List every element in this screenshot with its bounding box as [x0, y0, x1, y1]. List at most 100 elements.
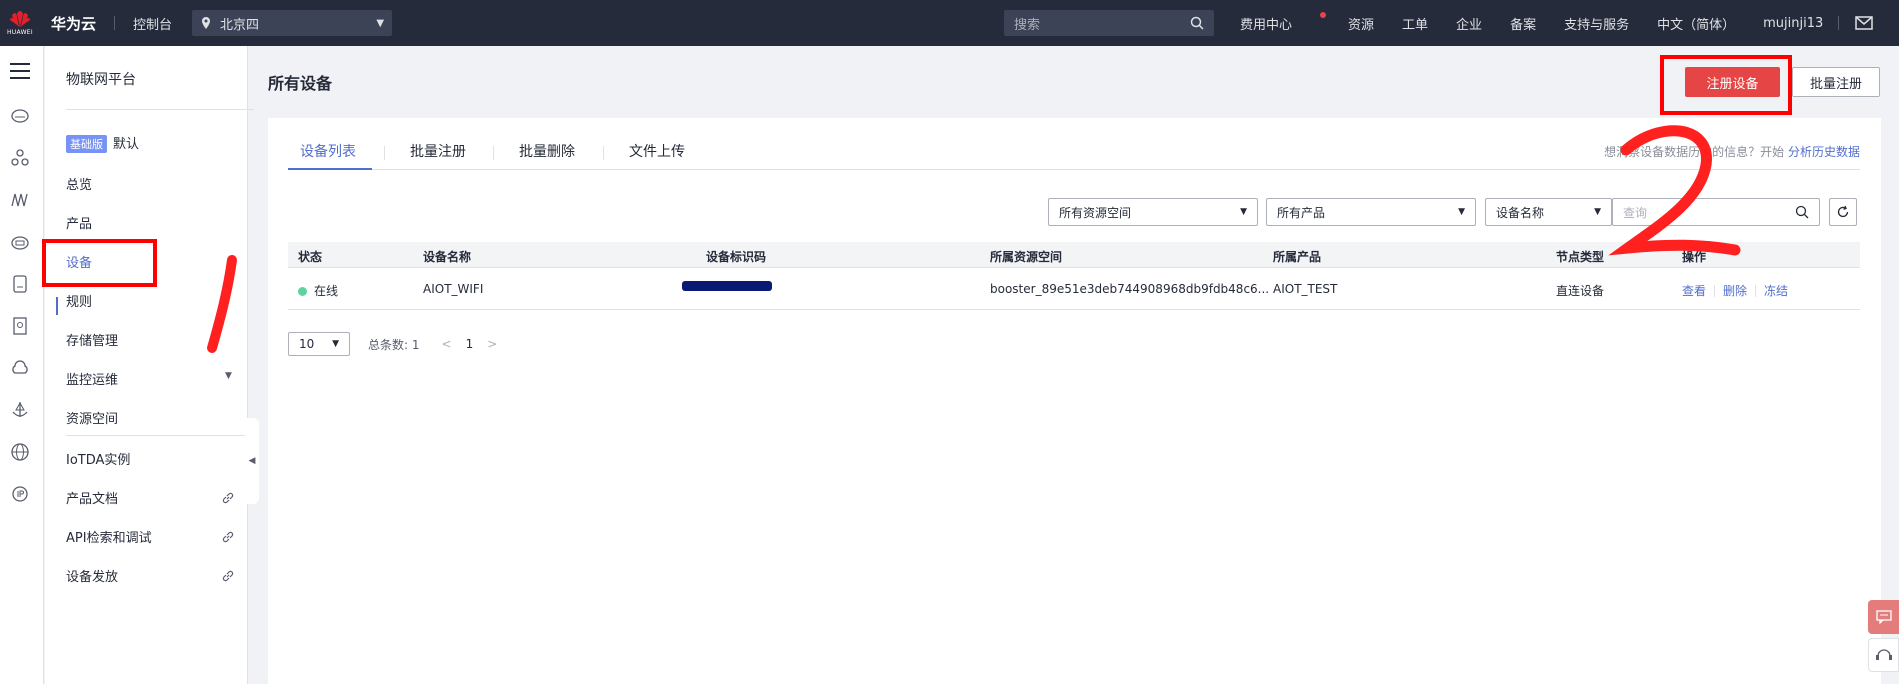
console-link[interactable]: 控制台	[133, 14, 172, 33]
external-link-icon	[222, 492, 234, 504]
feedback-button[interactable]	[1868, 600, 1899, 634]
page-size-value: 10	[299, 337, 315, 351]
batch-register-button[interactable]: 批量注册	[1792, 67, 1880, 97]
region-selector[interactable]: 北京四 ▼	[192, 10, 393, 36]
cloud-database-icon[interactable]	[10, 232, 30, 252]
globe-icon[interactable]	[10, 442, 30, 462]
column-header: 设备标识码	[706, 250, 767, 264]
nav-language[interactable]: 中文（简体）	[1657, 14, 1735, 33]
tab-file-upload[interactable]: 文件上传	[629, 140, 685, 170]
sidebar-item-resource-space[interactable]: 资源空间	[66, 408, 118, 427]
search-icon[interactable]	[1795, 205, 1809, 219]
nav-tickets[interactable]: 工单	[1402, 14, 1428, 33]
sidebar-item-iotda-instances[interactable]: IoTDA实例	[66, 449, 130, 468]
nav-support[interactable]: 支持与服务	[1564, 14, 1629, 33]
document-icon[interactable]	[10, 316, 30, 336]
top-navigation-bar: HUAWEI 华为云 控制台 北京四 ▼ 搜索 费用中心 资源 工单 企业 备案…	[0, 0, 1899, 46]
annotation-box-register	[1660, 55, 1792, 115]
page-number[interactable]: 1	[466, 337, 474, 351]
query-placeholder: 查询	[1623, 205, 1648, 220]
node-type-cell: 直连设备	[1556, 284, 1605, 298]
redacted-device-id	[682, 281, 772, 291]
ip-icon[interactable]	[10, 484, 30, 504]
huawei-flower-icon	[10, 11, 30, 27]
search-placeholder: 搜索	[1014, 17, 1041, 33]
sidebar-item-storage[interactable]: 存储管理	[66, 330, 118, 349]
logo-text: HUAWEI	[7, 29, 33, 36]
chevron-down-icon: ▼	[1594, 207, 1601, 217]
table-header: 状态 设备名称 设备标识码 所属资源空间 所属产品 节点类型 操作	[288, 242, 1860, 268]
nav-enterprise[interactable]: 企业	[1456, 14, 1482, 33]
nav-icp[interactable]: 备案	[1510, 14, 1536, 33]
notification-dot	[1320, 11, 1327, 18]
global-search-input[interactable]: 搜索	[1004, 10, 1214, 36]
network-nodes-icon[interactable]	[10, 148, 30, 168]
table-row[interactable]: 在线 AIOT_WIFI booster_89e51e3deb744908968…	[288, 268, 1860, 310]
chat-icon	[1875, 610, 1892, 624]
sidebar-collapse-toggle[interactable]: ◀	[245, 418, 259, 504]
tab-batch-delete[interactable]: 批量删除	[519, 140, 575, 170]
column-header: 操作	[1682, 250, 1707, 264]
tab-batch-register[interactable]: 批量注册	[410, 140, 466, 170]
tip-text: 想洞察设备数据历次的信息？开始	[1604, 145, 1788, 159]
column-header: 状态	[298, 250, 323, 264]
search-field-select[interactable]: 设备名称 ▼	[1485, 198, 1612, 226]
chevron-down-icon: ▼	[1458, 207, 1465, 217]
sidebar-item-rules[interactable]: 规则	[66, 291, 92, 310]
huawei-logo[interactable]: HUAWEI	[0, 0, 40, 46]
tab-device-list[interactable]: 设备列表	[300, 140, 356, 170]
cloud-icon[interactable]	[10, 358, 30, 378]
refresh-button[interactable]	[1829, 198, 1857, 226]
annotation-box-devices	[42, 239, 157, 287]
chevron-down-icon: ▼	[332, 339, 339, 349]
analyze-history-link[interactable]: 分析历史数据	[1788, 145, 1860, 159]
nav-billing[interactable]: 费用中心	[1240, 11, 1327, 33]
sidebar-item-overview[interactable]: 总览	[66, 174, 92, 193]
sidebar-item-products[interactable]: 产品	[66, 213, 92, 232]
chevron-down-icon[interactable]: ▼	[225, 371, 232, 381]
waves-icon[interactable]	[10, 190, 30, 210]
search-field-value: 设备名称	[1496, 205, 1545, 220]
view-link[interactable]: 查看	[1682, 284, 1706, 298]
device-list-panel: 设备列表 批量注册 批量删除 文件上传 想洞察设备数据历次的信息？开始 分析历史…	[268, 118, 1881, 684]
resource-space-select[interactable]: 所有资源空间 ▼	[1048, 198, 1258, 226]
freeze-link[interactable]: 冻结	[1764, 284, 1788, 298]
region-label: 北京四	[220, 17, 260, 33]
column-header: 所属产品	[1273, 250, 1322, 264]
status-text: 在线	[314, 284, 339, 298]
page-title: 所有设备	[268, 74, 333, 93]
device-query-input[interactable]: 查询	[1612, 198, 1820, 226]
iot-platform-sidebar: 物联网平台 基础版 默认 总览 产品 设备 规则 存储管理 监控运维 ▼ 资源空间…	[45, 46, 254, 684]
sidebar-item-monitoring[interactable]: 监控运维	[66, 369, 118, 388]
page-size-select[interactable]: 10 ▼	[288, 332, 350, 356]
cloud-server-icon[interactable]	[10, 106, 30, 126]
location-pin-icon	[202, 17, 211, 29]
sidebar-item-product-docs[interactable]: 产品文档	[66, 488, 118, 507]
sidebar-item-device-provisioning[interactable]: 设备发放	[66, 566, 118, 585]
top-nav-links: 费用中心 资源 工单 企业 备案 支持与服务 中文（简体） mujinji13	[1240, 0, 1851, 46]
online-status-dot	[298, 287, 307, 296]
nav-username[interactable]: mujinji13	[1763, 16, 1823, 31]
sidebar-item-api-explorer[interactable]: API检索和调试	[66, 527, 152, 546]
service-icon-rail	[0, 46, 44, 684]
customer-service-button[interactable]	[1868, 638, 1899, 672]
edition-selector[interactable]: 基础版 默认	[66, 133, 139, 153]
chevron-down-icon: ▼	[376, 17, 385, 29]
status-cell: 在线	[298, 282, 338, 299]
refresh-icon	[1837, 205, 1849, 218]
nav-resources[interactable]: 资源	[1348, 14, 1374, 33]
divider	[114, 16, 116, 30]
divider	[493, 146, 494, 160]
headset-icon	[1875, 649, 1892, 660]
prev-page-button[interactable]: <	[442, 337, 452, 351]
search-icon[interactable]	[1190, 16, 1204, 30]
next-page-button[interactable]: >	[487, 337, 497, 351]
mail-icon[interactable]	[1855, 16, 1873, 30]
storage-icon[interactable]	[10, 274, 30, 294]
brand-name[interactable]: 华为云	[51, 13, 96, 34]
product-select[interactable]: 所有产品 ▼	[1266, 198, 1476, 226]
history-data-tip: 想洞察设备数据历次的信息？开始 分析历史数据	[1604, 143, 1860, 160]
hamburger-menu-icon[interactable]	[9, 62, 31, 80]
anchor-icon[interactable]	[10, 400, 30, 420]
delete-link[interactable]: 删除	[1723, 284, 1747, 298]
